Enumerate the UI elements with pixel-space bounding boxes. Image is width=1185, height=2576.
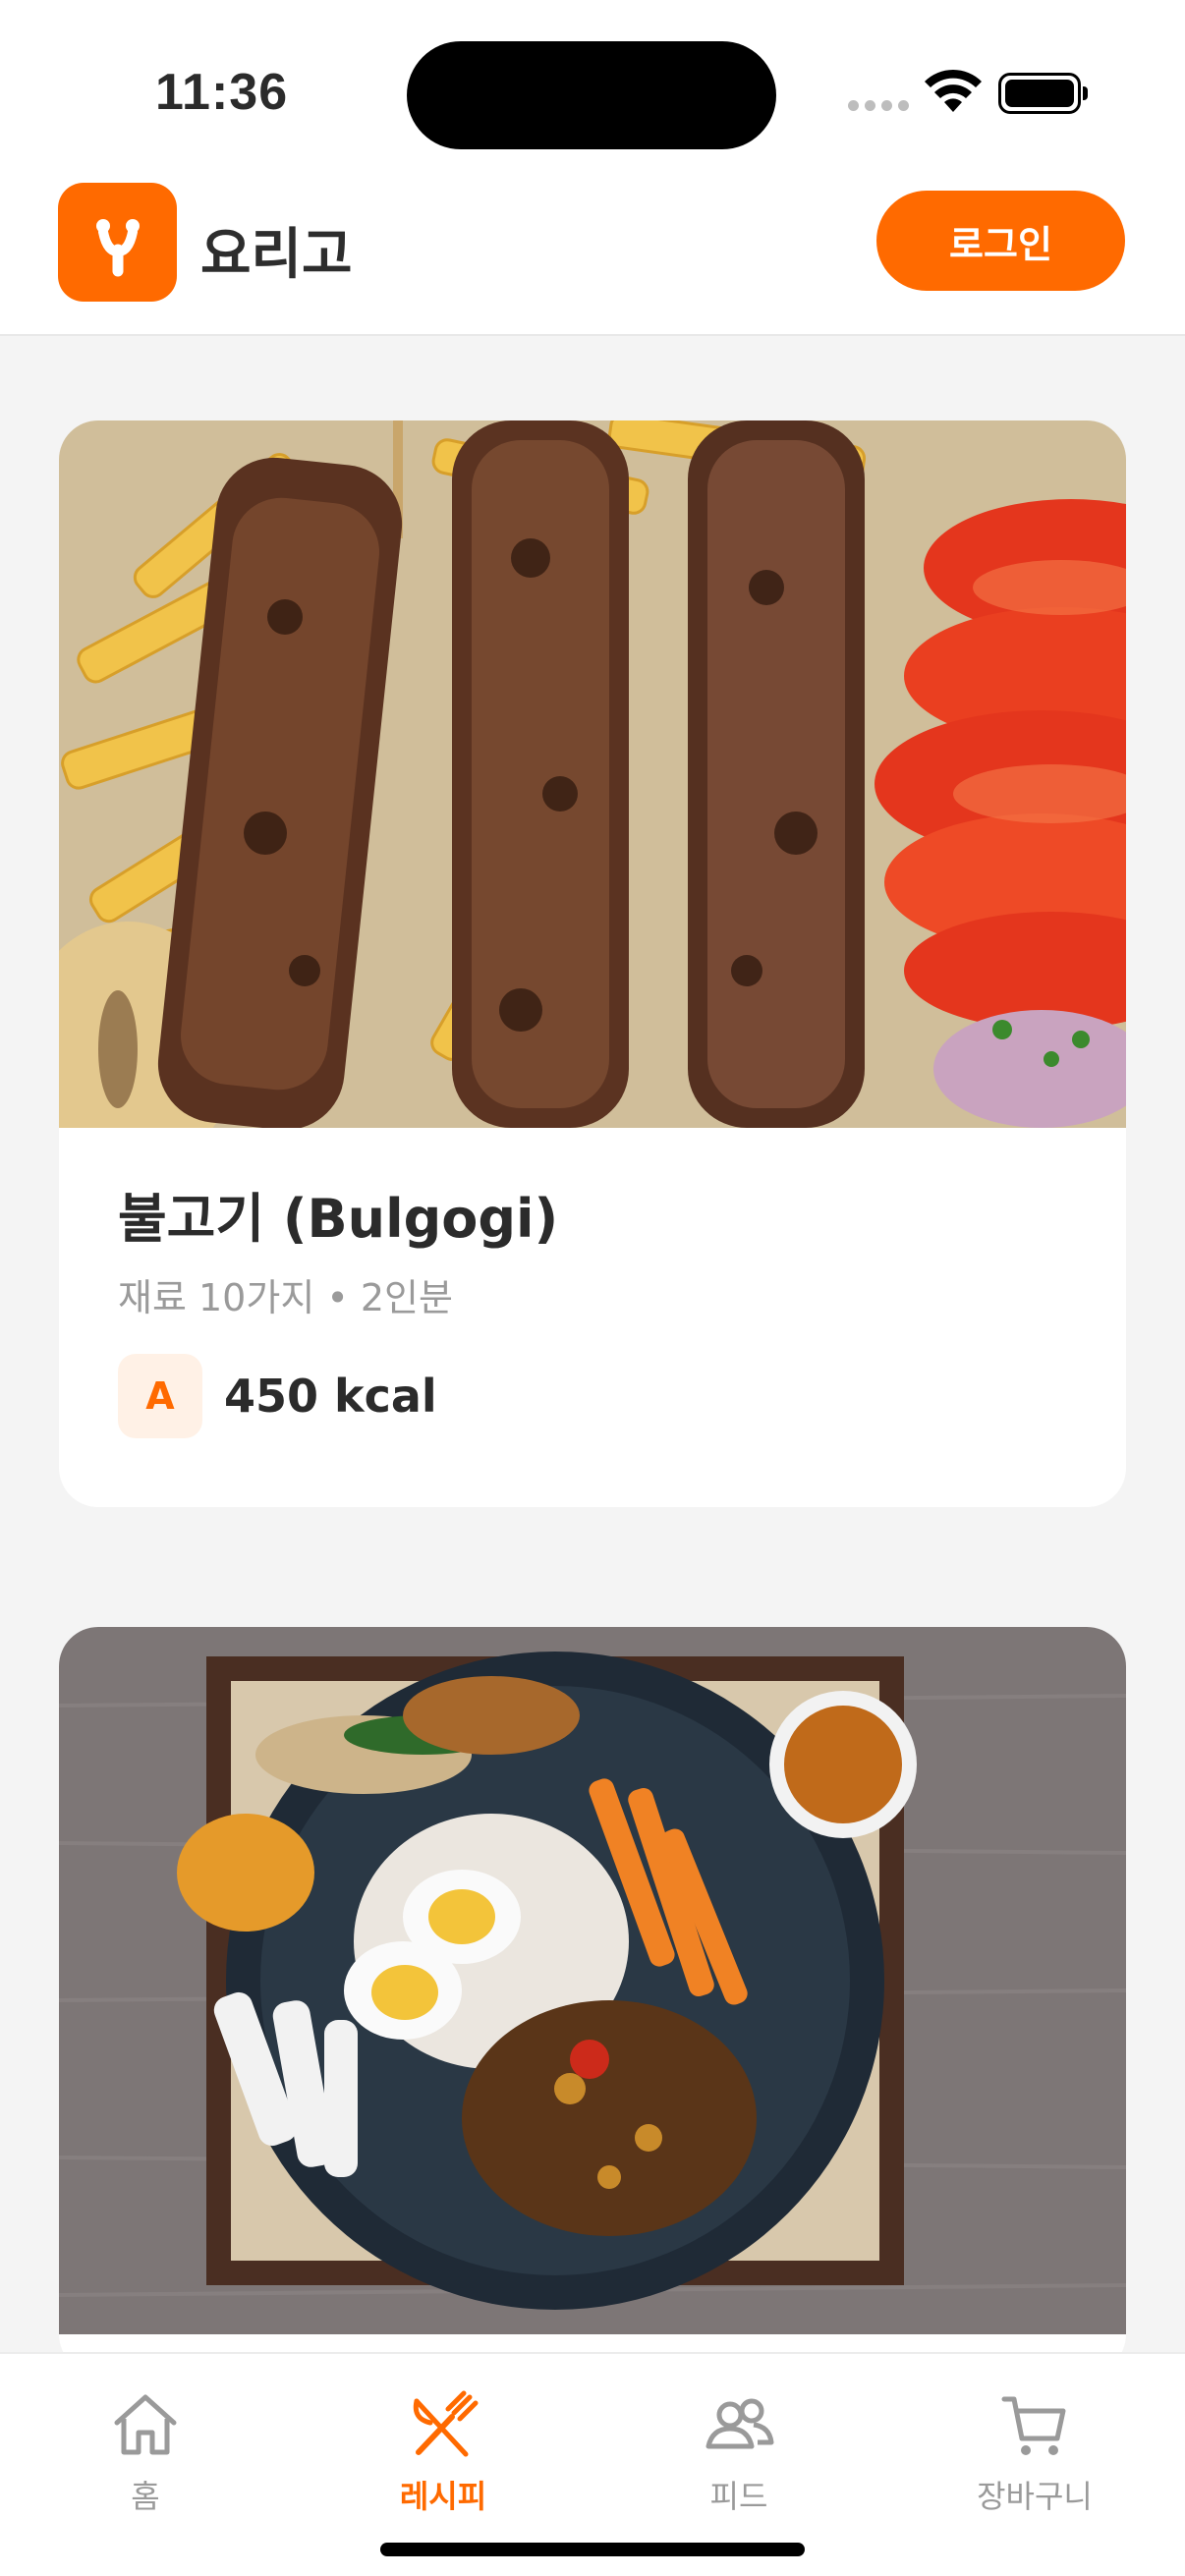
status-time: 11:36: [155, 64, 289, 121]
fork-logo-icon: [96, 219, 140, 277]
recipe-meta: 재료 10가지 • 2인분: [118, 1276, 453, 1319]
users-icon: [705, 2398, 774, 2449]
cart-icon: [1001, 2396, 1066, 2455]
tab-home[interactable]: 홈: [47, 2389, 244, 2517]
status-bar: 11:36: [0, 0, 1185, 167]
recipe-feed[interactable]: 불고기 (Bulgogi) 재료 10가지 • 2인분 A 450 kcal: [0, 338, 1185, 2352]
recipe-title: 불고기 (Bulgogi): [118, 1188, 559, 1250]
home-icon: [114, 2394, 177, 2455]
app-header: 요리고 로그인: [0, 167, 1185, 336]
home-indicator: [380, 2543, 805, 2556]
recipe-card[interactable]: [59, 1627, 1126, 2352]
wifi-icon: [925, 69, 982, 112]
dynamic-island: [407, 41, 776, 149]
tab-label: 홈: [131, 2478, 160, 2515]
tab-label: 피드: [709, 2478, 768, 2515]
app-name: 요리고: [200, 223, 353, 287]
app-logo: [58, 183, 177, 302]
tab-recipes[interactable]: 레시피: [345, 2389, 541, 2517]
battery-icon: [998, 73, 1088, 114]
recipe-calories: 450 kcal: [224, 1370, 437, 1423]
cellular-signal-icon: [848, 100, 909, 114]
nutrition-grade-badge: A: [118, 1354, 202, 1438]
recipe-card[interactable]: 불고기 (Bulgogi) 재료 10가지 • 2인분 A 450 kcal: [59, 420, 1126, 1507]
tab-cart[interactable]: 장바구니: [936, 2389, 1133, 2517]
tab-feed[interactable]: 피드: [641, 2389, 837, 2517]
recipe-photo-bowl: [59, 1627, 1126, 2334]
tab-label: 레시피: [399, 2478, 487, 2515]
login-button[interactable]: 로그인: [876, 191, 1125, 291]
utensils-icon: [413, 2390, 479, 2457]
tab-label: 장바구니: [977, 2478, 1093, 2515]
recipe-photo-skewers: [59, 420, 1126, 1128]
